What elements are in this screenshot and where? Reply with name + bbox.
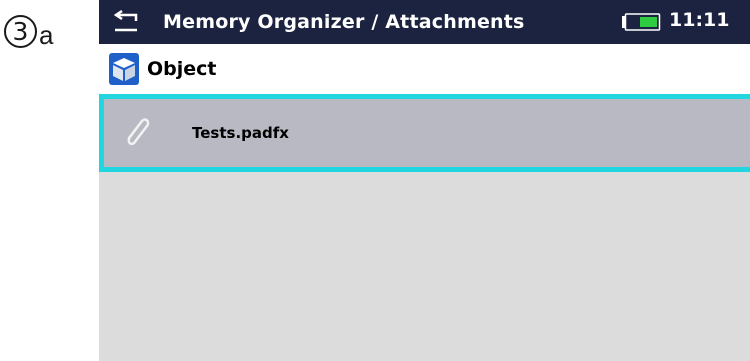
window-title: Memory Organizer / Attachments (163, 11, 525, 33)
object-header: Object (99, 44, 750, 94)
attachment-name: Tests.padfx (192, 124, 289, 142)
paperclip-icon (127, 118, 150, 146)
object-cube-icon (109, 53, 139, 85)
battery-fill (640, 17, 657, 27)
battery-icon (622, 13, 661, 31)
back-arrow-icon (113, 10, 138, 32)
step-marker: 3 a (4, 8, 53, 48)
object-label: Object (147, 58, 217, 80)
clock: 11:11 (669, 9, 730, 31)
titlebar: Memory Organizer / Attachments 11:11 (99, 0, 750, 44)
step-number: 3 (12, 17, 29, 46)
step-letter: a (39, 20, 54, 50)
back-button[interactable] (99, 0, 153, 44)
attachment-item[interactable]: Tests.padfx (99, 94, 750, 172)
device-screen: Memory Organizer / Attachments 11:11 Obj… (99, 0, 750, 361)
step-number-circle: 3 (4, 15, 37, 48)
